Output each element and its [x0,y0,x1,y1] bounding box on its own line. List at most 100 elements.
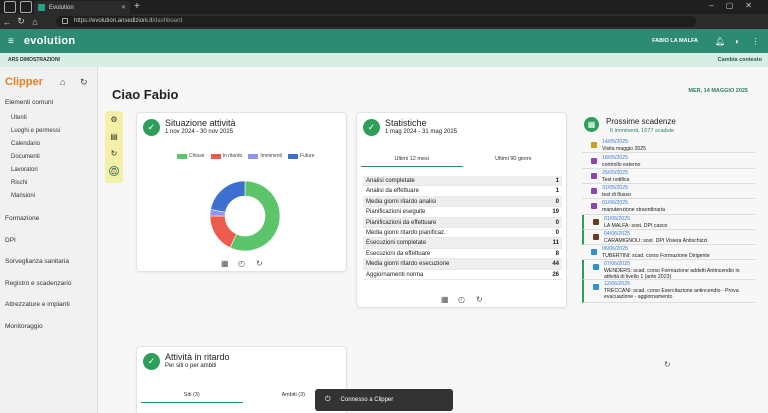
deadline-item[interactable]: 07/06/2025 WENDERS: scad. corso Formazion… [582,260,755,280]
deadline-date: 06/06/2025 [602,246,628,252]
context-bar: ARS DIMOSTRAZIONI Cambia contesto [0,53,768,67]
new-tab-button[interactable]: + [134,1,140,13]
refresh-icon[interactable]: ↻ [476,295,483,304]
activity-range: 1 nov 2024 - 30 nov 2025 [165,129,234,135]
category-swatch [593,284,599,290]
calendar-icon[interactable]: ▦ [441,295,449,304]
sidebar-section-elementi-comuni[interactable]: Elementi comuni [5,99,53,106]
sidebar-section-formazione[interactable]: Formazione [5,215,39,222]
home-icon[interactable]: ⌂ [60,77,65,87]
user-name[interactable]: FABIO LA MALFA [652,38,698,44]
deadline-item[interactable]: 18/05/2025 controllo esterno [582,154,755,169]
bell-icon[interactable]: 🔔︎ [715,37,725,46]
deadline-item[interactable]: 01/06/2025 LA MALFA: sost. DPI casco [582,215,755,230]
stats-title: Statistiche [385,118,427,128]
theme-toggle-icon[interactable]: ◐ [733,37,742,46]
late-subtitle: Per siti o per ambiti [165,363,217,369]
tab-actions-icon[interactable] [20,1,32,13]
deadline-item[interactable]: 04/06/2025 CARAMIGNOLI: sost. DPI Visiera… [582,230,755,245]
stats-card: ✓ Statistiche 1 mag 2024 - 31 mag 2025 U… [356,112,567,308]
row-label: Media giorni ritardo esecuzione [366,261,450,268]
url-field[interactable]: https://evolution.ansedizioni.it/dashboa… [56,16,696,27]
category-swatch [591,203,597,209]
legend-item[interactable]: Future [288,153,314,159]
settings-icon[interactable]: ⚙ [109,115,119,125]
deadline-text: CARAMIGNOLI: sost. DPI Visiera Antischiz… [604,238,708,244]
plug-icon: ⏻ [325,396,331,403]
tab-close-icon[interactable]: ✕ [121,4,126,11]
refresh-icon[interactable]: ↻ [256,259,263,268]
main-content: Ciao Fabio MER, 14 MAGGIO 2025 ⚙ ▤ ↻ ⏰︎ … [98,67,768,413]
sidebar-section-registro[interactable]: Registro e scadenzario [5,280,71,287]
deadline-item[interactable]: 25/05/2025 Test notifica [582,169,755,184]
browser-menu-icon[interactable] [4,1,16,13]
refresh-icon[interactable]: ↻ [80,77,88,88]
refresh-icon[interactable]: ↻ [109,149,119,159]
legend-item[interactable]: Imminenti [248,153,282,159]
category-swatch [593,219,599,225]
table-row: Esecuzioni da effettuare 8 [363,249,562,260]
legend-item[interactable]: In ritardo [210,153,242,159]
row-label: Analisi da effettuare [366,188,419,195]
sidebar-section-attrezzature[interactable]: Attrezzature e impianti [5,301,70,308]
row-value: 11 [552,240,559,247]
sidebar-item-mansioni[interactable]: Mansioni [11,193,35,199]
refresh-icon[interactable]: ↻ [664,360,671,369]
history-icon[interactable]: ◴ [238,259,245,268]
tab-siti[interactable]: Siti (3) [141,389,243,403]
sidebar-section-sorveglianza[interactable]: Sorveglianza sanitaria [5,258,69,265]
url-path: /dashboard [152,18,183,24]
stats-range: 1 mag 2024 - 31 mag 2025 [385,129,458,135]
deadline-text: test di flusso [602,192,631,198]
row-value: 1 [555,188,559,195]
tab-90-days[interactable]: Ultimi 90 giorni [463,153,565,167]
row-label: Pianificazioni eseguite [366,209,426,216]
history-icon[interactable]: ◴ [458,295,465,304]
stats-table: Analisi completate 1 Analisi da effettuare… [363,176,562,280]
deadline-item[interactable]: 14/05/2025 Visita maggio 2025 [582,138,755,153]
deadline-item[interactable]: 12/06/2025 TRECCANI: scad. corso Esercita… [582,280,755,303]
sidebar-title: Clipper [5,76,43,88]
sidebar-item-documenti[interactable]: Documenti [11,154,40,160]
sidebar-item-utenti[interactable]: Utenti [11,115,27,121]
deadline-text: Test notifica [602,177,630,183]
sidebar-item-rischi[interactable]: Rischi [11,180,27,186]
deadline-date: 25/05/2025 [602,170,628,176]
deadline-item[interactable]: 31/05/2025 test di flusso [582,184,755,199]
category-swatch [591,142,597,148]
sidebar-item-luoghi[interactable]: Luoghi e permessi [11,128,60,134]
row-label: Esecuzioni da effettuare [366,250,431,257]
row-value: 1 [555,178,559,184]
more-vert-icon[interactable]: ⋮ [751,37,760,46]
donut-chart [209,180,281,252]
change-context-link[interactable]: Cambia contesto [718,57,762,63]
donut-slice-future[interactable] [210,180,246,213]
sidebar-section-dpi[interactable]: DPI [5,237,16,244]
table-icon[interactable]: ▤ [109,132,119,142]
sidebar-section-monitoraggio[interactable]: Monitoraggio [5,323,43,330]
tab-12-months[interactable]: Ultimi 12 mesi [361,153,463,167]
alarm-icon[interactable]: ⏰︎ [109,166,119,176]
deadline-date: 01/06/2025 [604,216,630,222]
deadline-text: manutenzione straordinaria [602,207,665,213]
check-shield-icon: ✓ [363,119,380,136]
sidebar-item-calendario[interactable]: Calendario [11,141,40,147]
back-icon[interactable]: ← [0,17,14,27]
check-shield-icon: ✓ [143,353,160,370]
donut-slice-in-ritardo[interactable] [209,215,237,249]
calendar-icon[interactable]: ▦ [221,259,229,268]
deadline-item[interactable]: 01/06/2025 manutenzione straordinaria [582,199,755,215]
url-host: https://evolution.ansedizioni.it [74,18,153,24]
browser-tab[interactable]: Evolution ✕ [34,1,130,14]
row-value: 0 [555,229,559,236]
legend-item[interactable]: Chiuse [177,153,205,159]
hamburger-menu-icon[interactable]: ≡ [8,36,14,47]
deadline-text: controllo esterno [602,162,641,168]
table-row: Pianificazioni da effettuare 0 [363,217,562,228]
reload-icon[interactable]: ↻ [14,16,28,27]
deadline-item[interactable]: 06/06/2025 TUBERTINI: scad. corso Formazi… [582,245,755,260]
sidebar-item-lavoratori[interactable]: Lavoratori [11,167,38,173]
window-controls[interactable]: –▢✕ [709,1,764,10]
home-icon[interactable]: ⌂ [28,17,42,27]
row-label: Aggiornamenti norma [366,271,424,278]
